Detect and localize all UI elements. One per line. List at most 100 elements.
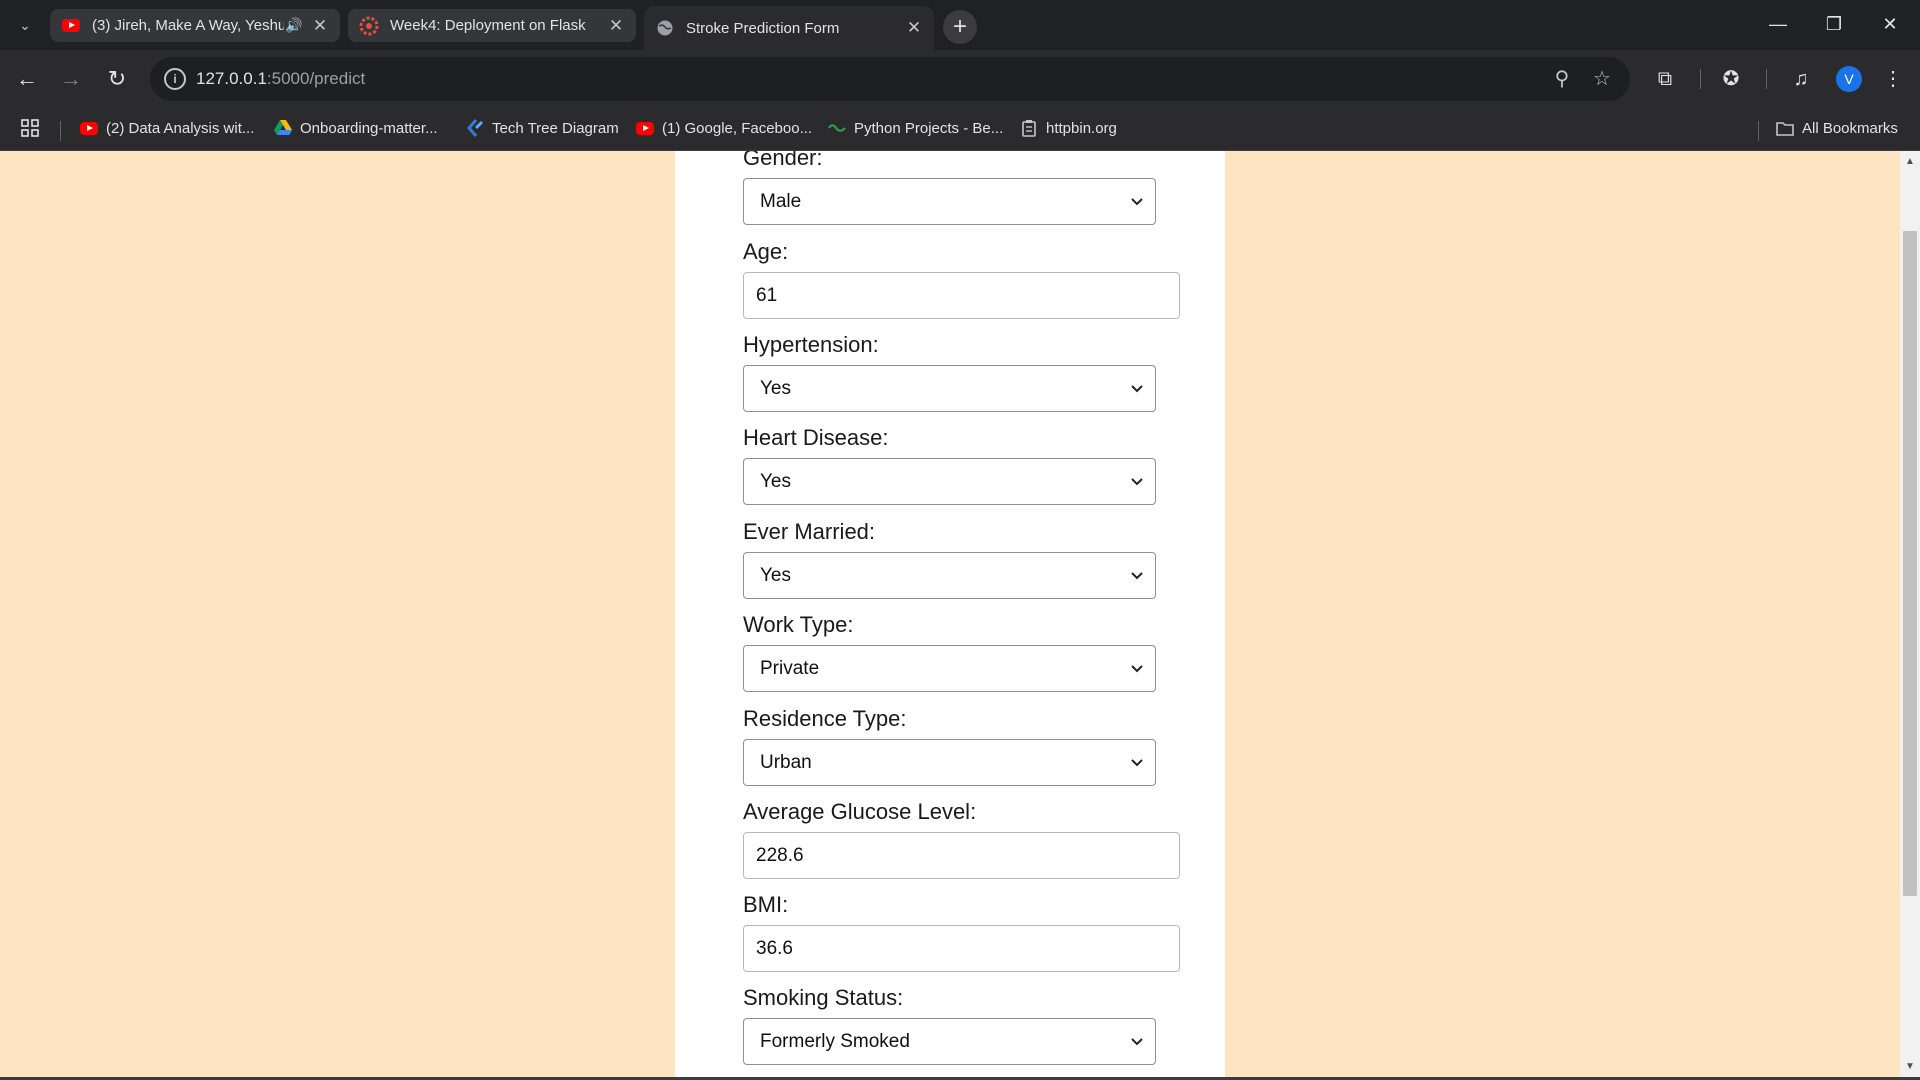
flask-course-icon — [358, 15, 380, 37]
toolbar-divider — [1700, 69, 1701, 89]
chevron-down-icon — [1131, 385, 1143, 393]
bookmark-data-analysis[interactable]: (2) Data Analysis wit... — [80, 115, 254, 141]
bookmark-label: Python Projects - Be... — [854, 119, 1004, 137]
heart-disease-label: Heart Disease: — [743, 425, 889, 450]
tab-strip: ⌄ (3) Jireh, Make A Way, Yeshua 🔊 ✕ Week… — [0, 0, 1920, 50]
bookmark-tech-tree[interactable]: Tech Tree Diagram — [466, 115, 619, 141]
scrollbar-thumb[interactable] — [1903, 231, 1917, 896]
page-scrollbar[interactable]: ▲ ▼ — [1900, 151, 1920, 1080]
speaker-icon[interactable]: 🔊 — [284, 17, 304, 34]
hypertension-select[interactable]: Yes — [743, 365, 1156, 412]
residence-type-label: Residence Type: — [743, 706, 907, 731]
work-type-value: Private — [760, 658, 820, 679]
minimize-icon[interactable]: — — [1750, 6, 1806, 42]
youtube-icon — [80, 119, 98, 137]
profile-avatar[interactable]: V — [1836, 66, 1862, 92]
avg-glucose-label: Average Glucose Level: — [743, 799, 977, 824]
all-bookmarks-label: All Bookmarks — [1802, 119, 1898, 137]
close-tab-icon[interactable]: ✕ — [904, 18, 924, 38]
age-input[interactable]: 61 — [743, 272, 1180, 319]
bookmark-python-projects[interactable]: Python Projects - Be... — [828, 115, 1003, 141]
bookmarks-divider — [1758, 121, 1759, 141]
forward-arrow-icon[interactable]: → — [54, 62, 88, 96]
apps-grid-icon[interactable] — [20, 115, 40, 141]
tab-search-chevron-icon[interactable]: ⌄ — [12, 12, 38, 38]
media-control-icon[interactable]: ♫ — [1786, 64, 1816, 94]
youtube-icon — [636, 119, 654, 137]
hypertension-label: Hypertension: — [743, 332, 879, 357]
age-label: Age: — [743, 239, 789, 264]
gender-label: Gender: — [743, 151, 823, 170]
tab-title: (3) Jireh, Make A Way, Yeshua — [92, 17, 284, 34]
google-drive-icon — [274, 119, 292, 137]
address-bar[interactable]: i 127.0.0.1:5000/predict ⚲ ☆ — [150, 57, 1630, 101]
reload-icon[interactable]: ↻ — [100, 62, 134, 96]
tech-tree-icon — [466, 119, 484, 137]
bookmarks-divider — [60, 121, 61, 141]
bookmark-onboarding[interactable]: Onboarding-matter... — [274, 115, 438, 141]
avg-glucose-input[interactable]: 228.6 — [743, 832, 1180, 879]
back-arrow-icon[interactable]: ← — [10, 62, 44, 96]
bookmarks-bar: (2) Data Analysis wit... Onboarding-matt… — [0, 107, 1920, 151]
bookmark-label: (2) Data Analysis wit... — [106, 119, 255, 137]
globe-icon — [654, 17, 676, 39]
close-tab-icon[interactable]: ✕ — [310, 16, 330, 36]
bookmark-google-facebook[interactable]: (1) Google, Faceboo... — [636, 115, 812, 141]
bookmark-label: Tech Tree Diagram — [492, 119, 619, 137]
tab-title: Stroke Prediction Form — [686, 19, 840, 37]
bookmark-label: (1) Google, Faceboo... — [662, 119, 813, 137]
gender-value: Male — [760, 191, 802, 212]
gender-select[interactable]: Male — [743, 178, 1156, 225]
bookmark-httpbin[interactable]: httpbin.org — [1020, 115, 1117, 141]
all-bookmarks-button[interactable]: All Bookmarks — [1776, 115, 1898, 141]
bookmark-star-icon[interactable]: ☆ — [1590, 67, 1614, 91]
bookmark-label: httpbin.org — [1046, 119, 1117, 137]
work-type-select[interactable]: Private — [743, 645, 1156, 692]
residence-type-select[interactable]: Urban — [743, 739, 1156, 786]
restore-icon[interactable]: ❐ — [1806, 6, 1862, 42]
ever-married-value: Yes — [760, 565, 791, 586]
extensions-icon[interactable]: ⧉ — [1650, 64, 1680, 94]
residence-type-value: Urban — [760, 752, 812, 773]
chevron-down-icon — [1131, 572, 1143, 580]
python-projects-icon — [828, 119, 846, 137]
bmi-input[interactable]: 36.6 — [743, 925, 1180, 972]
ever-married-select[interactable]: Yes — [743, 552, 1156, 599]
chevron-down-icon — [1131, 759, 1143, 767]
work-type-label: Work Type: — [743, 612, 854, 637]
bmi-label: BMI: — [743, 892, 789, 917]
tab-youtube[interactable]: (3) Jireh, Make A Way, Yeshua 🔊 ✕ — [50, 9, 340, 42]
zoom-icon[interactable]: ⚲ — [1550, 67, 1574, 91]
url-host: 127.0.0.1 — [196, 69, 267, 88]
chevron-down-icon — [1131, 1038, 1143, 1046]
url-text[interactable]: 127.0.0.1:5000/predict — [196, 69, 365, 89]
smoking-status-label: Smoking Status: — [743, 985, 904, 1010]
site-info-icon[interactable]: i — [164, 68, 186, 90]
scroll-down-arrow-icon[interactable]: ▼ — [1904, 1062, 1916, 1072]
chevron-down-icon — [1131, 478, 1143, 486]
url-path: :5000/predict — [266, 69, 366, 88]
hypertension-value: Yes — [760, 378, 791, 399]
folder-icon — [1776, 119, 1794, 137]
stroke-prediction-form: Gender: Male Age: 61 Hypertension: Yes H… — [675, 151, 1225, 1080]
httpbin-icon — [1020, 119, 1038, 137]
new-tab-button[interactable]: + — [943, 10, 977, 44]
scroll-up-arrow-icon[interactable]: ▲ — [1904, 157, 1916, 167]
toolbar-divider — [1766, 69, 1767, 89]
chevron-down-icon — [1131, 198, 1143, 206]
ever-married-label: Ever Married: — [743, 519, 876, 544]
bookmarks-star-icon[interactable]: ✪ — [1716, 64, 1746, 94]
menu-kebab-icon[interactable]: ⋮ — [1878, 64, 1908, 94]
heart-disease-select[interactable]: Yes — [743, 458, 1156, 505]
bookmark-label: Onboarding-matter... — [300, 119, 438, 137]
heart-disease-value: Yes — [760, 471, 791, 492]
close-window-icon[interactable]: ✕ — [1862, 6, 1918, 42]
smoking-status-value: Formerly Smoked — [760, 1031, 910, 1052]
close-tab-icon[interactable]: ✕ — [606, 16, 626, 36]
browser-toolbar: ← → ↻ i 127.0.0.1:5000/predict ⚲ ☆ ⧉ ✪ ♫… — [0, 50, 1920, 107]
tab-flask-course[interactable]: Week4: Deployment on Flask ✕ — [348, 9, 636, 42]
tab-title: Week4: Deployment on Flask — [390, 17, 586, 34]
tab-stroke-form[interactable]: Stroke Prediction Form ✕ — [644, 6, 934, 50]
smoking-status-select[interactable]: Formerly Smoked — [743, 1018, 1156, 1065]
page-viewport: Gender: Male Age: 61 Hypertension: Yes H… — [0, 151, 1920, 1080]
